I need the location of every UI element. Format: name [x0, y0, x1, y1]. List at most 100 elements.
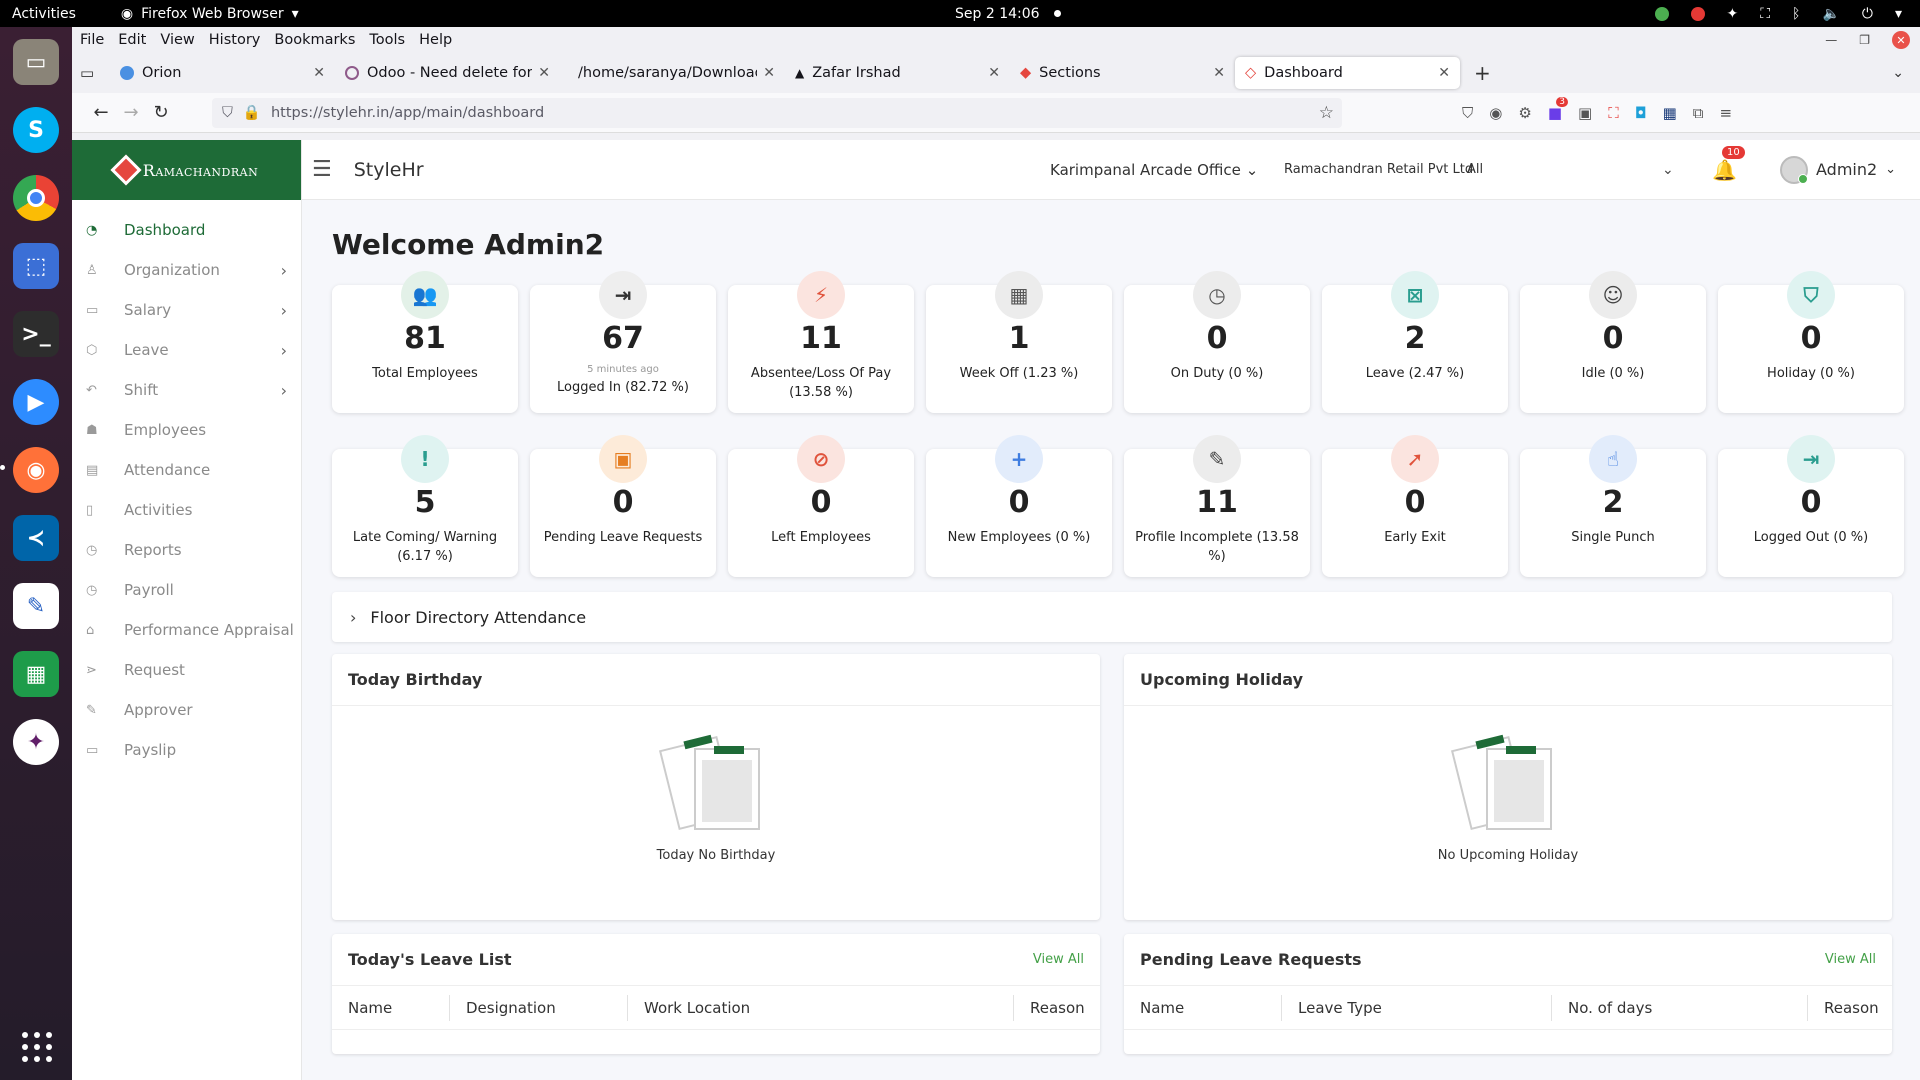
office-select[interactable]: Karimpanal Arcade Office ⌄: [1050, 161, 1258, 179]
stat-card-holiday[interactable]: ⛉ 0 Holiday (0 %): [1718, 271, 1904, 413]
show-apps-icon[interactable]: [22, 1032, 52, 1062]
stat-card-single[interactable]: ☝ 2 Single Punch: [1520, 435, 1706, 577]
column-header[interactable]: Name: [332, 994, 450, 1021]
close-icon[interactable]: ✕: [763, 65, 775, 81]
pocket-icon[interactable]: ⛉: [1462, 104, 1473, 122]
files-icon[interactable]: ▭: [13, 39, 59, 85]
menu-view[interactable]: View: [160, 32, 194, 48]
menu-help[interactable]: Help: [419, 32, 452, 48]
column-header[interactable]: Designation: [450, 994, 628, 1021]
bell-icon[interactable]: 🔔: [1712, 158, 1737, 182]
sidebar-item-leave[interactable]: ⬡ Leave ›: [72, 330, 301, 370]
company-label[interactable]: Ramachandran Retail Pvt Ltd: [1284, 162, 1473, 177]
sidebar-item-approver[interactable]: ✎ Approver: [72, 690, 301, 730]
stat-card-new[interactable]: +0 New Employees (0 %): [926, 435, 1112, 577]
vscode-icon[interactable]: ≺: [13, 515, 59, 561]
view-all-link[interactable]: View All: [1825, 952, 1876, 967]
sidebar-item-employees[interactable]: ☗ Employees: [72, 410, 301, 450]
close-window-button[interactable]: ✕: [1892, 31, 1910, 49]
shield-check-icon[interactable]: [1654, 6, 1669, 21]
menu-file[interactable]: File: [80, 32, 104, 48]
clock[interactable]: Sep 2 14:06: [955, 6, 1061, 22]
stat-card-logged[interactable]: ⇥ 67 5 minutes ago Logged In (82.72 %): [530, 271, 716, 413]
stat-card-left[interactable]: ⊘ 0 Left Employees: [728, 435, 914, 577]
column-header[interactable]: No. of days: [1552, 994, 1808, 1021]
menu-tools[interactable]: Tools: [369, 32, 405, 48]
menu-bookmarks[interactable]: Bookmarks: [274, 32, 355, 48]
hamburger-menu-icon[interactable]: ≡: [1719, 104, 1732, 122]
reload-icon[interactable]: ↻: [146, 102, 176, 123]
k-extension-icon[interactable]: ■ 3: [1548, 96, 1568, 122]
robot-extension-icon[interactable]: ⚙: [1518, 104, 1531, 122]
back-icon[interactable]: ←: [86, 102, 116, 123]
close-icon[interactable]: ✕: [1213, 65, 1225, 81]
sidebar-item-performance-appraisal[interactable]: ⌂ Performance Appraisal: [72, 610, 301, 650]
zoom-icon[interactable]: ▶: [13, 379, 59, 425]
menu-history[interactable]: History: [209, 32, 261, 48]
column-header[interactable]: Leave Type: [1282, 994, 1552, 1021]
stat-card-late[interactable]: ! 5 Late Coming/ Warning (6.17 %): [332, 435, 518, 577]
stat-card-pending[interactable]: ▣ 0 Pending Leave Requests: [530, 435, 716, 577]
stat-card-absentee[interactable]: ⚡ 11 Absentee/Loss Of Pay (13.58 %): [728, 271, 914, 413]
close-icon[interactable]: ✕: [1438, 65, 1450, 81]
sidebar-item-request[interactable]: ⋗ Request: [72, 650, 301, 690]
sidebar-item-reports[interactable]: ◷ Reports: [72, 530, 301, 570]
app-menu[interactable]: ◉ Firefox Web Browser ▾: [121, 6, 299, 22]
system-tray[interactable]: ✦ ⛶ ᛒ 🔈 ⏻ ▾: [1654, 6, 1902, 22]
text-editor-icon[interactable]: ✎: [13, 583, 59, 629]
minimize-icon[interactable]: —: [1825, 33, 1837, 47]
tab-orion[interactable]: Orion ✕: [110, 57, 335, 89]
activities-button[interactable]: Activities: [12, 6, 76, 22]
view-all-link[interactable]: View All: [1033, 952, 1084, 967]
screenshot-extension-icon[interactable]: ⛶: [1608, 104, 1619, 122]
user-menu[interactable]: Admin2 ⌄: [1780, 155, 1896, 184]
bluetooth-icon[interactable]: ᛒ: [1792, 6, 1800, 22]
column-header[interactable]: Reason: [1808, 995, 1888, 1021]
stat-card-leave[interactable]: ⊠ 2 Leave (2.47 %): [1322, 271, 1508, 413]
tab-odoo[interactable]: Odoo - Need delete for S ✕: [335, 57, 560, 89]
firefox-icon[interactable]: ◉: [0, 447, 59, 493]
sidebar-item-activities[interactable]: ▯ Activities: [72, 490, 301, 530]
forward-icon[interactable]: →: [116, 102, 146, 123]
stop-icon[interactable]: [1690, 6, 1705, 21]
tab-sections[interactable]: ◆ Sections ✕: [1010, 57, 1235, 89]
stat-card-idle[interactable]: ☺ 0 Idle (0 %): [1520, 271, 1706, 413]
maximize-icon[interactable]: ❐: [1859, 33, 1870, 47]
floor-directory-attendance[interactable]: › Floor Directory Attendance: [332, 592, 1892, 642]
sidebar-item-attendance[interactable]: ▤ Attendance: [72, 450, 301, 490]
chrome-icon[interactable]: [13, 175, 59, 221]
stat-card-total[interactable]: 👥 81 Total Employees: [332, 271, 518, 413]
bookmark-star-icon[interactable]: ☆: [1319, 103, 1334, 123]
stat-card-logged[interactable]: ⇥ 0 Logged Out (0 %): [1718, 435, 1904, 577]
power-icon[interactable]: ⏻: [1862, 6, 1873, 22]
sidebar-item-salary[interactable]: ▭ Salary ›: [72, 290, 301, 330]
stat-card-week[interactable]: ▦ 1 Week Off (1.23 %): [926, 271, 1112, 413]
spreadsheet-icon[interactable]: ▦: [13, 651, 59, 697]
chevron-down-icon[interactable]: ▾: [1895, 6, 1902, 22]
new-tab-icon[interactable]: +: [1474, 61, 1491, 85]
sidebar-item-shift[interactable]: ↶ Shift ›: [72, 370, 301, 410]
tab-dashboard[interactable]: ◇ Dashboard ✕: [1235, 57, 1460, 89]
terminal-icon[interactable]: >_: [13, 311, 59, 357]
menu-edit[interactable]: Edit: [118, 32, 146, 48]
sidebar-item-dashboard[interactable]: ◔ Dashboard: [72, 210, 301, 250]
slack-icon[interactable]: ✦: [13, 719, 59, 765]
lock-icon[interactable]: 🔒: [243, 104, 261, 121]
url-bar[interactable]: ⛉ 🔒 https://stylehr.in/app/main/dashboar…: [212, 97, 1342, 128]
column-header[interactable]: Work Location: [628, 994, 1014, 1021]
stat-card-early[interactable]: ➚ 0 Early Exit: [1322, 435, 1508, 577]
skype-icon[interactable]: S: [13, 107, 59, 153]
chevron-down-icon[interactable]: ⌄: [1662, 162, 1674, 178]
firefox-view-icon[interactable]: ▭: [80, 64, 110, 82]
extensions-icon[interactable]: ⧉: [1693, 104, 1704, 122]
image-extension-icon[interactable]: ▣: [1578, 104, 1592, 122]
filter-select[interactable]: All: [1467, 162, 1483, 177]
column-header[interactable]: Reason: [1014, 995, 1094, 1021]
close-icon[interactable]: ✕: [313, 65, 325, 81]
hamburger-icon[interactable]: ☰: [312, 157, 332, 182]
stat-card-profile[interactable]: ✎ 11 Profile Incomplete (13.58 %): [1124, 435, 1310, 577]
slack-tray-icon[interactable]: ✦: [1727, 6, 1739, 22]
close-icon[interactable]: ✕: [988, 65, 1000, 81]
company-logo[interactable]: Ramachandran: [72, 140, 301, 200]
list-tabs-icon[interactable]: ⌄: [1892, 65, 1904, 81]
